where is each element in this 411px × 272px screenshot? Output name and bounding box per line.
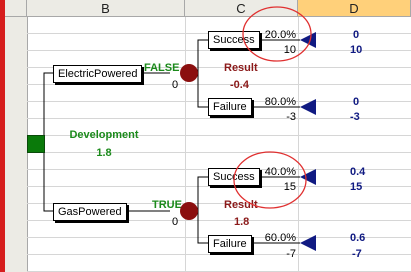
highlight-annotations — [233, 6, 312, 209]
highlight-ellipse-electric — [242, 6, 312, 62]
highlight-ellipse-gas — [233, 151, 307, 209]
